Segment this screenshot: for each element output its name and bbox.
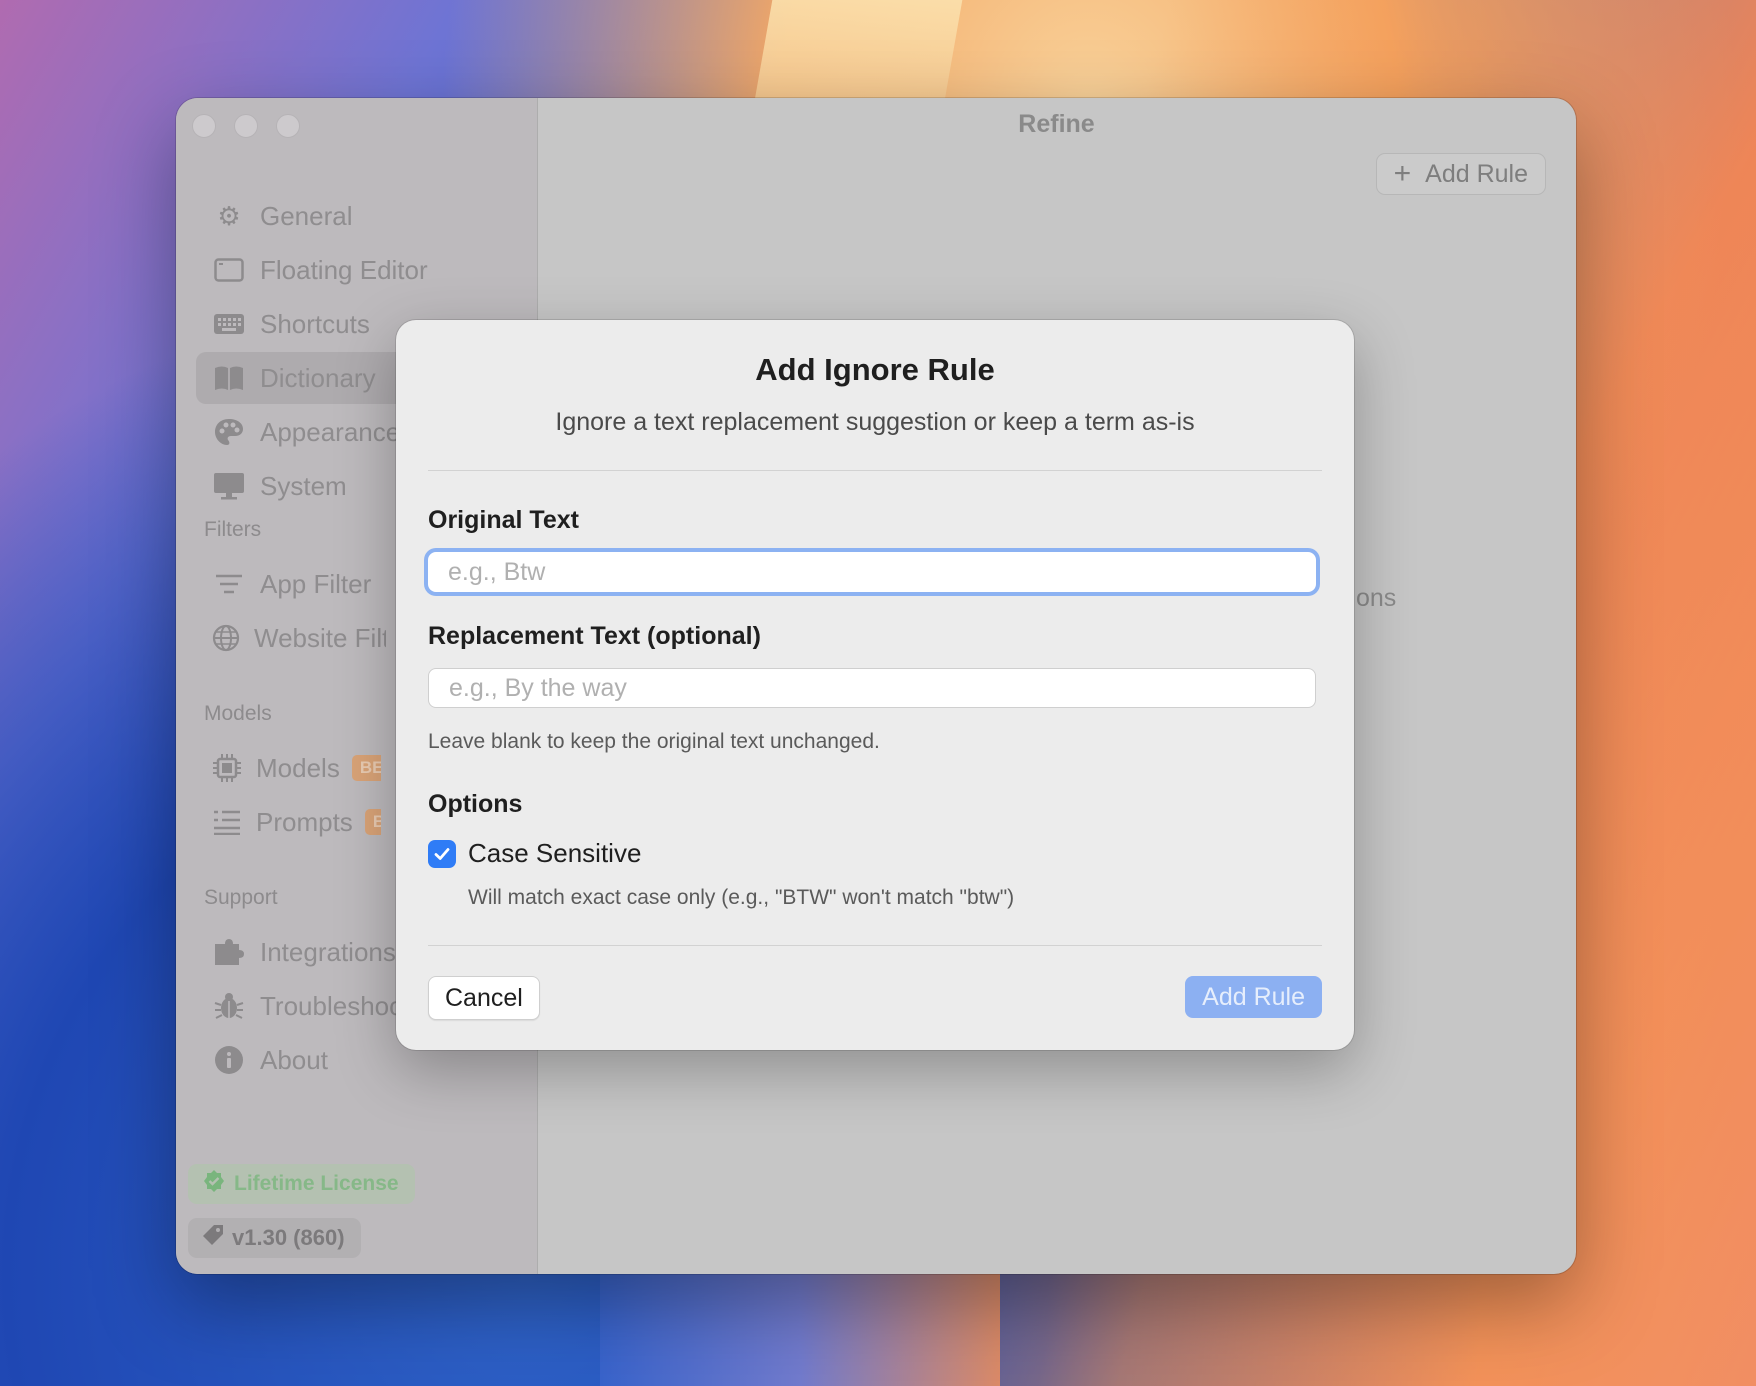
replacement-text-label: Replacement Text (optional) bbox=[428, 622, 761, 650]
add-rule-button[interactable]: Add Rule bbox=[1185, 976, 1322, 1018]
dialog-subtitle: Ignore a text replacement suggestion or … bbox=[555, 408, 1195, 436]
license-badge[interactable]: Lifetime License bbox=[188, 1164, 415, 1204]
sidebar-item-integrations[interactable]: Integrations bbox=[196, 926, 396, 978]
case-sensitive-checkbox[interactable] bbox=[428, 839, 456, 868]
sidebar-item-label: Models bbox=[256, 752, 340, 783]
original-text-label: Original Text bbox=[428, 506, 579, 534]
background-text-fragment: ons bbox=[1356, 584, 1397, 612]
tag-icon bbox=[202, 1224, 224, 1252]
sidebar-item-prompts[interactable]: Prompts BETA bbox=[196, 796, 381, 848]
sidebar-item-label: General bbox=[260, 200, 353, 231]
window-controls bbox=[192, 114, 300, 138]
chip-icon bbox=[212, 751, 242, 785]
cancel-button[interactable]: Cancel bbox=[428, 976, 540, 1020]
case-sensitive-row: Case Sensitive bbox=[428, 838, 641, 869]
add-rule-label: Add Rule bbox=[1425, 159, 1528, 188]
window-title: Refine bbox=[1018, 110, 1095, 138]
version-badge: v1.30 (860) bbox=[188, 1218, 361, 1258]
info-icon bbox=[212, 1043, 246, 1077]
filter-icon bbox=[212, 567, 246, 601]
section-header-filters: Filters bbox=[204, 518, 262, 541]
section-header-support: Support bbox=[204, 886, 278, 909]
beta-badge: BETA bbox=[351, 755, 381, 781]
puzzle-icon bbox=[212, 935, 246, 969]
gear-icon: ⚙ bbox=[217, 200, 241, 231]
add-ignore-rule-dialog: Add Ignore Rule Ignore a text replacemen… bbox=[396, 320, 1354, 1050]
sidebar-item-label: Dictionary bbox=[260, 362, 376, 393]
dialog-title: Add Ignore Rule bbox=[755, 352, 995, 387]
license-label: Lifetime License bbox=[234, 1172, 399, 1195]
prompts-icon bbox=[212, 805, 242, 839]
sidebar-item-label: Website Filter bbox=[254, 622, 386, 653]
sidebar-item-label: Shortcuts bbox=[260, 308, 370, 339]
globe-icon bbox=[212, 621, 240, 655]
wallpaper-streak bbox=[600, 1260, 1000, 1386]
close-window-button[interactable] bbox=[192, 114, 216, 138]
sidebar-item-floating-editor[interactable]: Floating Editor bbox=[196, 244, 506, 296]
divider bbox=[428, 470, 1322, 471]
add-rule-toolbar-button[interactable]: + Add Rule bbox=[1375, 153, 1546, 195]
sidebar-item-label: Prompts bbox=[256, 806, 353, 837]
case-sensitive-hint: Will match exact case only (e.g., "BTW" … bbox=[468, 886, 1015, 909]
minimize-window-button[interactable] bbox=[234, 114, 258, 138]
book-icon bbox=[212, 361, 246, 395]
beta-badge: BETA bbox=[364, 809, 381, 835]
zoom-window-button[interactable] bbox=[276, 114, 300, 138]
version-label: v1.30 (860) bbox=[232, 1225, 345, 1250]
sidebar-item-label: About bbox=[260, 1044, 328, 1075]
window-icon bbox=[212, 253, 246, 287]
section-header-models: Models bbox=[204, 702, 272, 725]
palette-icon bbox=[212, 415, 246, 449]
sidebar-item-label: Floating Editor bbox=[260, 254, 428, 285]
case-sensitive-label[interactable]: Case Sensitive bbox=[468, 838, 641, 869]
sidebar-item-label: System bbox=[260, 470, 347, 501]
sidebar-item-label: Integrations bbox=[260, 936, 396, 967]
sidebar-item-label: App Filter bbox=[260, 568, 372, 599]
replacement-hint: Leave blank to keep the original text un… bbox=[428, 730, 880, 753]
replacement-text-input[interactable] bbox=[428, 668, 1316, 708]
sidebar-item-website-filter[interactable]: Website Filter bbox=[196, 612, 386, 664]
keyboard-icon bbox=[212, 307, 246, 341]
sidebar-item-label: Appearance bbox=[260, 416, 401, 447]
verified-check-icon bbox=[202, 1169, 226, 1199]
divider bbox=[428, 945, 1322, 946]
plus-icon: + bbox=[1393, 157, 1412, 190]
options-label: Options bbox=[428, 790, 523, 818]
monitor-icon bbox=[212, 469, 246, 503]
sidebar-item-general[interactable]: ⚙ General bbox=[196, 190, 506, 242]
sidebar-item-models[interactable]: Models BETA bbox=[196, 742, 381, 794]
checkmark-icon bbox=[434, 847, 450, 860]
original-text-input[interactable] bbox=[428, 552, 1316, 592]
bug-icon bbox=[212, 989, 246, 1023]
